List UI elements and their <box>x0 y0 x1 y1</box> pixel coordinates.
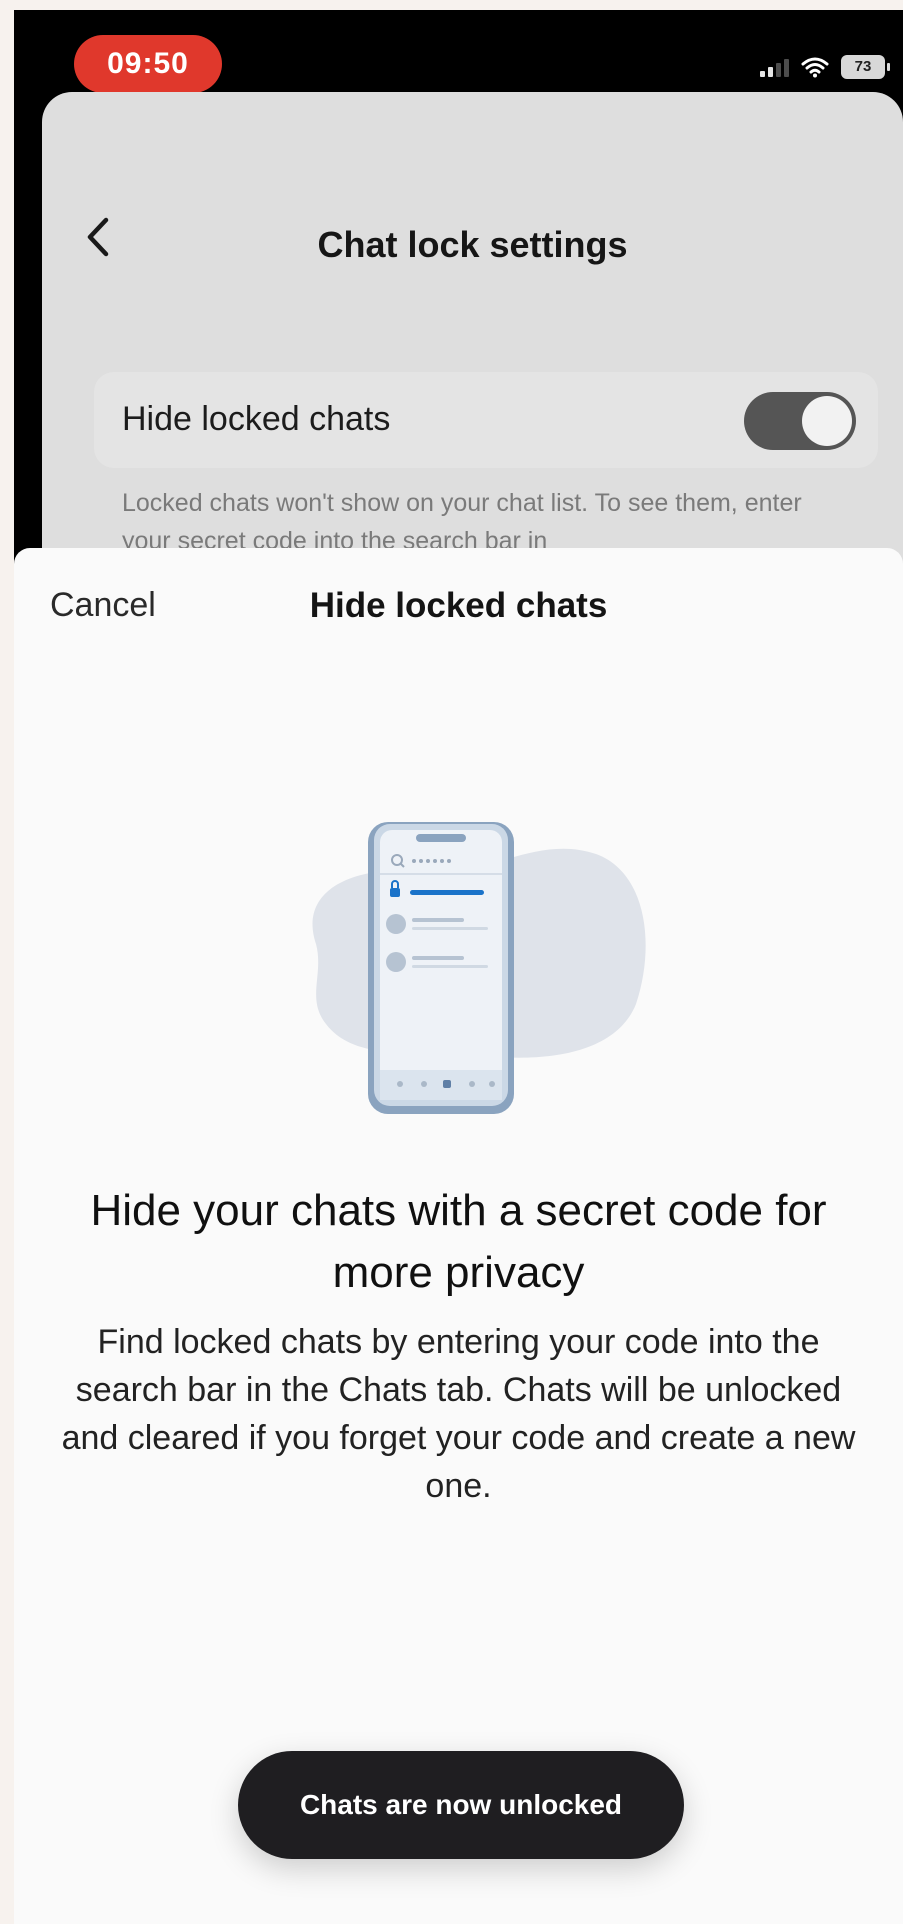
settings-title: Chat lock settings <box>317 224 628 265</box>
cancel-button[interactable]: Cancel <box>50 586 156 625</box>
wifi-icon <box>801 56 829 78</box>
status-time: 09:50 <box>74 35 222 93</box>
sheet-headline: Hide your chats with a secret code for m… <box>90 1186 827 1297</box>
sheet-body-text: Find locked chats by entering your code … <box>61 1323 856 1505</box>
phone-drawing <box>368 822 514 1114</box>
status-icons: 73 <box>760 50 890 84</box>
toggle-knob <box>802 396 852 446</box>
toast-notification: Chats are now unlocked <box>238 1751 684 1859</box>
toggle-label: Hide locked chats <box>122 400 391 438</box>
hide-locked-chats-row[interactable]: Hide locked chats <box>94 372 878 468</box>
phone-illustration <box>276 794 656 1114</box>
battery-icon: 73 <box>841 55 890 79</box>
hide-locked-chats-sheet: Hide locked chats Cancel Hide your chats… <box>14 548 903 1924</box>
hide-locked-chats-toggle[interactable] <box>744 392 856 450</box>
signal-icon <box>760 57 789 77</box>
settings-screen: Chat lock settings Hide locked chats Loc… <box>42 92 903 572</box>
lock-icon <box>390 888 400 897</box>
phone-screen: 09:50 73 Chat lock settings Hide locked … <box>14 10 903 1924</box>
